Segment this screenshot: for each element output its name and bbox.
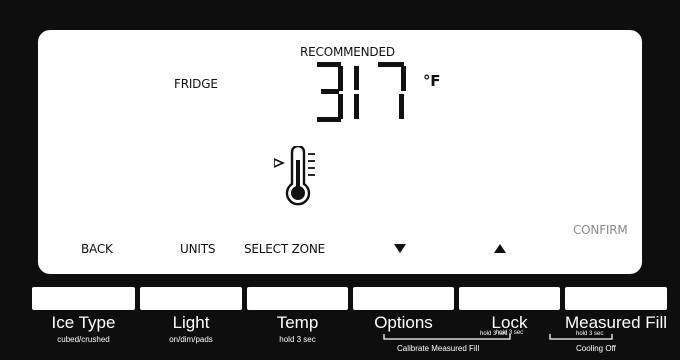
cooling-hold-text: hold 3 sec (576, 331, 604, 337)
confirm-softkey[interactable]: CONFIRM (573, 223, 628, 237)
lcd-screen: RECOMMENDED FRIDGE °F BACK UNITS SELECT … (38, 30, 642, 274)
lock-button[interactable] (459, 287, 560, 310)
calibrate-measured-fill-text: Calibrate Measured Fill (397, 344, 480, 353)
triangle-down-icon[interactable] (394, 244, 406, 253)
temp-button[interactable] (247, 287, 348, 310)
recommended-label: RECOMMENDED (300, 45, 395, 59)
ice-type-label: Ice Type (51, 313, 116, 332)
light-sublabel: on/dim/pads (169, 335, 213, 344)
light-button[interactable] (140, 287, 242, 310)
calibrate-hold-text: hold 3 sec (480, 331, 508, 337)
select-zone-softkey[interactable]: SELECT ZONE (244, 242, 325, 256)
temperature-unit: °F (423, 72, 441, 90)
digit-3 (317, 62, 343, 122)
light-label: Light (172, 313, 210, 332)
ice-type-sublabel: cubed/crushed (57, 335, 110, 344)
measured-fill-button[interactable] (565, 287, 667, 310)
ice-type-button[interactable] (32, 287, 135, 310)
digit-7 (378, 62, 406, 119)
zone-label: FRIDGE (174, 77, 218, 91)
control-panel: RECOMMENDED FRIDGE °F BACK UNITS SELECT … (0, 0, 680, 360)
temp-sublabel: hold 3 sec (279, 335, 316, 344)
temp-label: Temp (276, 313, 319, 332)
back-softkey[interactable]: BACK (81, 242, 113, 256)
units-softkey[interactable]: UNITS (180, 242, 215, 256)
thermometer-icon (274, 146, 315, 206)
triangle-up-icon[interactable] (494, 244, 506, 253)
digit-1-of-second (354, 66, 359, 119)
cooling-off-text: Cooling Off (576, 344, 616, 353)
options-button[interactable] (353, 287, 454, 310)
temperature-value (317, 62, 406, 122)
